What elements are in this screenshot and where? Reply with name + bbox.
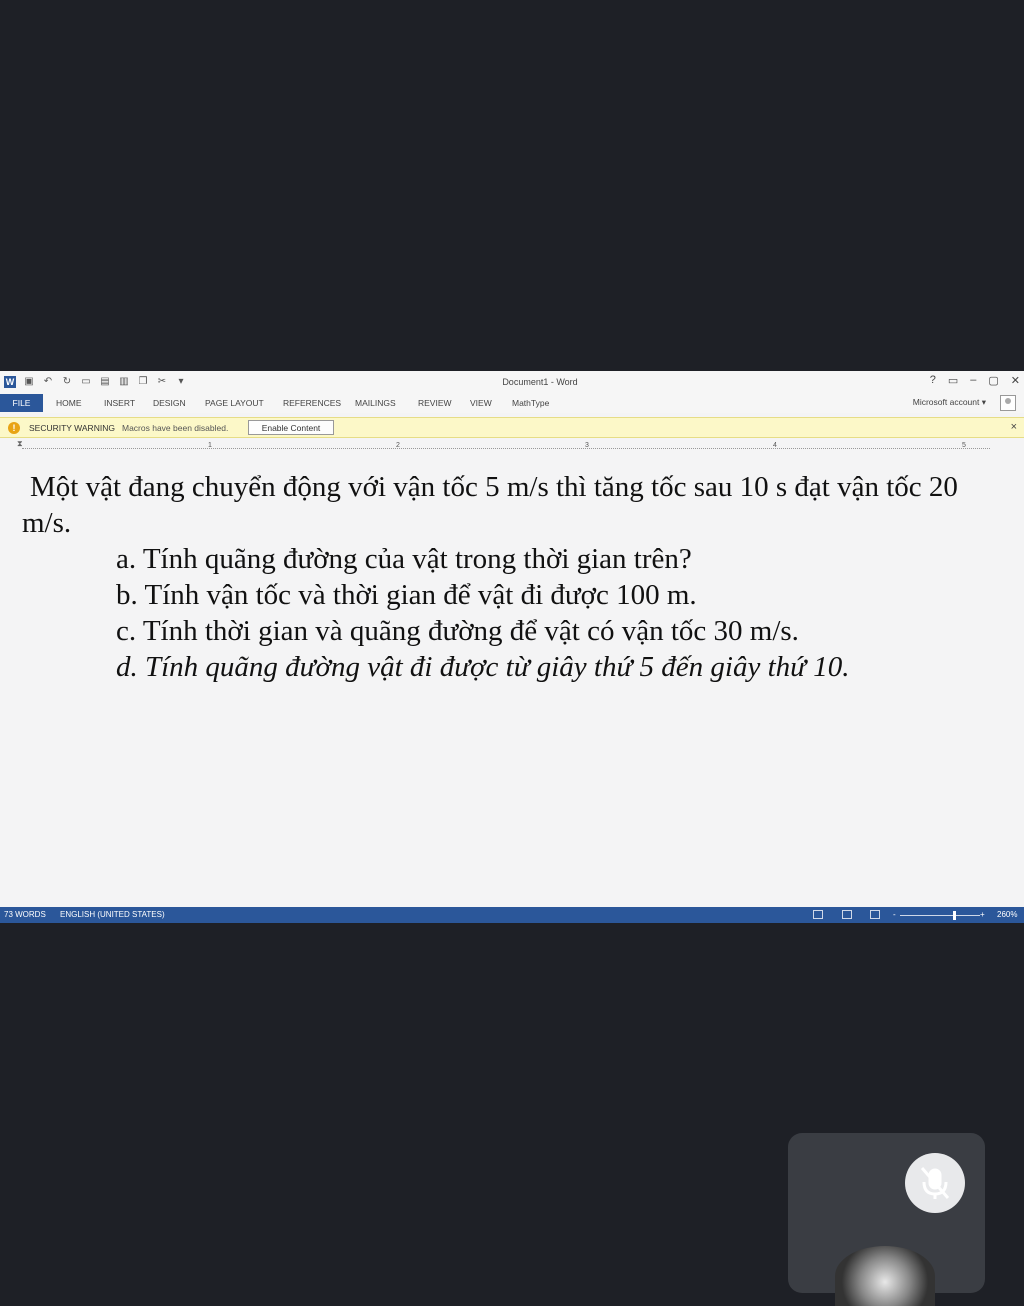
- document-title: Document1 - Word: [502, 377, 578, 387]
- ruler-number: 2: [396, 442, 400, 449]
- account-avatar-icon[interactable]: [1000, 395, 1016, 411]
- ruler-number: 3: [585, 442, 589, 449]
- read-mode-icon[interactable]: [813, 910, 823, 919]
- microphone-muted-icon: [920, 1167, 950, 1199]
- problem-statement: Một vật đang chuyển động với vận tốc 5 m…: [22, 471, 958, 539]
- customize-icon[interactable]: ▾: [175, 376, 187, 388]
- redo-icon[interactable]: ↻: [61, 376, 73, 388]
- word-logo-icon[interactable]: W: [4, 376, 16, 388]
- ribbon-options-icon[interactable]: ▭: [948, 374, 958, 387]
- quick-access-toolbar: W ▣ ↶ ↻ ▭ ▤ ▥ ❐ ✂ ▾: [4, 375, 187, 389]
- tab-references[interactable]: REFERENCES: [283, 396, 341, 410]
- word-window: W ▣ ↶ ↻ ▭ ▤ ▥ ❐ ✂ ▾ Document1 - Word ? ▭…: [0, 371, 1024, 923]
- tab-page-layout[interactable]: PAGE LAYOUT: [205, 396, 264, 410]
- ruler-track: [22, 448, 990, 449]
- web-layout-icon[interactable]: [870, 910, 880, 919]
- security-warning-message: Macros have been disabled.: [122, 423, 229, 433]
- question-a: a. Tính quãng đường của vật trong thời g…: [116, 543, 692, 575]
- tab-view[interactable]: VIEW: [470, 396, 492, 410]
- close-icon[interactable]: ✕: [1011, 374, 1020, 387]
- enable-content-button[interactable]: Enable Content: [248, 420, 334, 435]
- ruler-number: 5: [962, 442, 966, 449]
- security-warning-bar: ! SECURITY WARNING Macros have been disa…: [0, 417, 1024, 438]
- mute-toggle-button[interactable]: [905, 1153, 965, 1213]
- close-warning-icon[interactable]: ×: [1011, 421, 1017, 433]
- window-controls: ? ▭ – ▢ ✕: [930, 374, 1020, 387]
- zoom-slider-track[interactable]: [900, 915, 980, 916]
- ruler-number: 4: [773, 442, 777, 449]
- participant-avatar: [835, 1246, 935, 1306]
- zoom-slider-thumb[interactable]: [953, 911, 956, 920]
- ruler[interactable]: ⧗ 1 2 3 4 5: [0, 439, 1024, 455]
- tab-design[interactable]: DESIGN: [153, 396, 186, 410]
- video-call-tile: [788, 1133, 985, 1306]
- status-bar: 73 WORDS ENGLISH (UNITED STATES) - + 260…: [0, 907, 1024, 923]
- open-icon[interactable]: ▭: [80, 376, 92, 388]
- save-as-icon[interactable]: ▤: [99, 376, 111, 388]
- paste-icon[interactable]: ▥: [118, 376, 130, 388]
- undo-icon[interactable]: ↶: [42, 376, 54, 388]
- zoom-level[interactable]: 260%: [997, 910, 1017, 919]
- minimize-icon[interactable]: –: [970, 374, 976, 387]
- question-c: c. Tính thời gian và quãng đường để vật …: [116, 615, 799, 647]
- ruler-number: 1: [208, 442, 212, 449]
- tab-review[interactable]: REVIEW: [418, 396, 452, 410]
- warning-icon: !: [8, 422, 20, 434]
- word-count[interactable]: 73 WORDS: [4, 910, 46, 919]
- microsoft-account[interactable]: Microsoft account ▾: [913, 397, 986, 408]
- tab-mathtype[interactable]: MathType: [512, 396, 549, 410]
- question-b: b. Tính vận tốc và thời gian để vật đi đ…: [116, 579, 697, 611]
- ribbon-tabs: FILE HOME INSERT DESIGN PAGE LAYOUT REFE…: [0, 393, 1024, 413]
- tab-insert[interactable]: INSERT: [104, 396, 135, 410]
- document-body[interactable]: Một vật đang chuyển động với vận tốc 5 m…: [0, 461, 1024, 901]
- cut-icon[interactable]: ✂: [156, 376, 168, 388]
- print-layout-icon[interactable]: [842, 910, 852, 919]
- question-d: d. Tính quãng đường vật đi được từ giây …: [116, 651, 850, 683]
- language-indicator[interactable]: ENGLISH (UNITED STATES): [60, 910, 165, 919]
- security-warning-title: SECURITY WARNING: [29, 423, 115, 433]
- save-icon[interactable]: ▣: [23, 376, 35, 388]
- zoom-out-button[interactable]: -: [893, 910, 896, 919]
- tab-file[interactable]: FILE: [0, 394, 43, 412]
- restore-icon[interactable]: ▢: [988, 374, 998, 387]
- tab-home[interactable]: HOME: [56, 396, 82, 410]
- help-icon[interactable]: ?: [930, 374, 936, 387]
- copy-icon[interactable]: ❐: [137, 376, 149, 388]
- tab-mailings[interactable]: MAILINGS: [355, 396, 396, 410]
- title-bar: W ▣ ↶ ↻ ▭ ▤ ▥ ❐ ✂ ▾ Document1 - Word ? ▭…: [0, 371, 1024, 393]
- zoom-in-button[interactable]: +: [980, 910, 985, 919]
